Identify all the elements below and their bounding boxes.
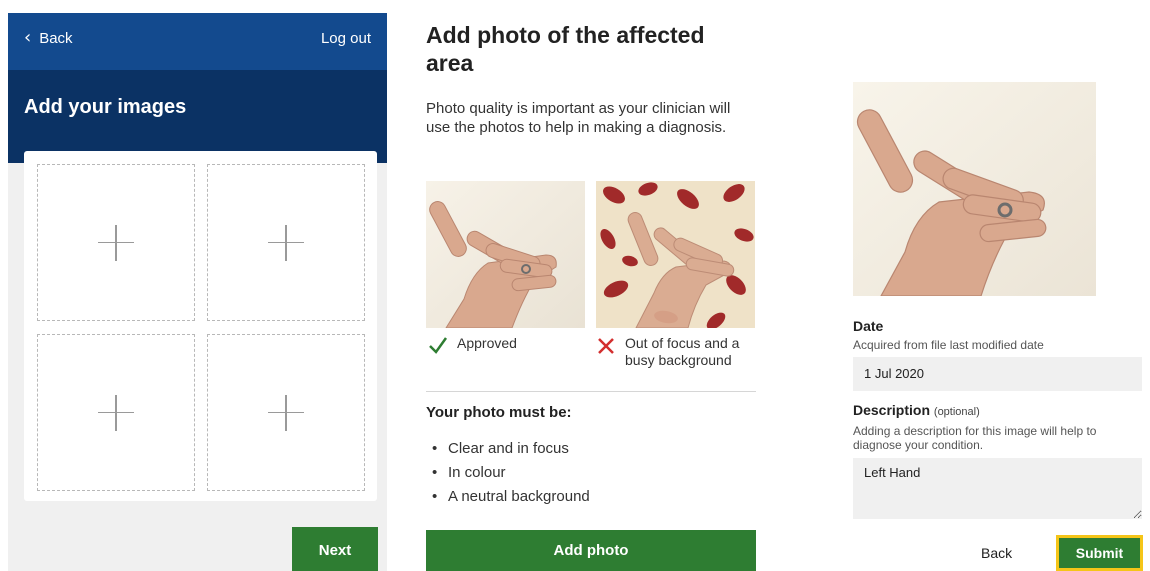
cross-icon	[598, 338, 614, 354]
back-button[interactable]: Back	[981, 545, 1012, 561]
plus-icon	[268, 224, 304, 261]
plus-icon	[268, 394, 304, 431]
rejected-caption: Out of focus and a busy background	[625, 335, 740, 368]
hand-on-floral-photo	[596, 181, 755, 328]
approved-example-photo	[426, 181, 585, 328]
image-slot-1[interactable]	[37, 164, 195, 321]
logout-link[interactable]: Log out	[321, 30, 371, 47]
divider	[426, 391, 756, 392]
next-button[interactable]: Next	[292, 527, 378, 571]
optional-hint: (optional)	[933, 406, 980, 418]
description-help-text: Adding a description for this image will…	[853, 424, 1097, 452]
list-item: A neutral background	[426, 485, 590, 509]
back-link[interactable]: ‹ Back	[24, 29, 73, 47]
add-images-screen: ‹ Back Log out Add your images Next	[8, 13, 387, 571]
hand-photo	[426, 181, 585, 328]
rejected-example-photo	[596, 181, 755, 328]
plus-icon	[98, 224, 134, 261]
back-label: Back	[39, 29, 73, 47]
title-band: Add your images	[8, 70, 387, 163]
description-label: Description (optional)	[853, 402, 980, 418]
plus-icon	[98, 394, 134, 431]
requirements-heading: Your photo must be:	[426, 404, 572, 421]
chevron-left-icon: ‹	[24, 27, 32, 48]
approved-caption: Approved	[457, 335, 517, 351]
add-photo-button[interactable]: Add photo	[426, 530, 756, 571]
requirements-list: Clear and in focus In colour A neutral b…	[426, 437, 590, 509]
list-item: In colour	[426, 461, 590, 485]
page-title: Add your images	[24, 96, 187, 118]
date-field: 1 Jul 2020	[853, 357, 1142, 391]
photo-guidance-screen: Add photo of the affected area Photo qua…	[426, 0, 766, 571]
image-slots-card	[24, 151, 377, 501]
description-label-text: Description	[853, 402, 931, 418]
description-field[interactable]: Left Hand	[853, 458, 1142, 519]
image-slot-4[interactable]	[207, 334, 365, 491]
date-label: Date	[853, 318, 884, 334]
image-details-screen: Date Acquired from file last modified da…	[853, 0, 1150, 571]
hand-photo	[853, 82, 1096, 296]
list-item: Clear and in focus	[426, 437, 590, 461]
image-slot-2[interactable]	[207, 164, 365, 321]
date-help-text: Acquired from file last modified date	[853, 338, 1044, 352]
image-slot-3[interactable]	[37, 334, 195, 491]
top-bar: ‹ Back Log out	[8, 13, 387, 70]
check-icon	[429, 337, 448, 354]
intro-text: Photo quality is important as your clini…	[426, 100, 731, 136]
submit-button[interactable]: Submit	[1056, 535, 1143, 571]
page-title: Add photo of the affected area	[426, 22, 705, 76]
uploaded-photo-preview	[853, 82, 1096, 296]
